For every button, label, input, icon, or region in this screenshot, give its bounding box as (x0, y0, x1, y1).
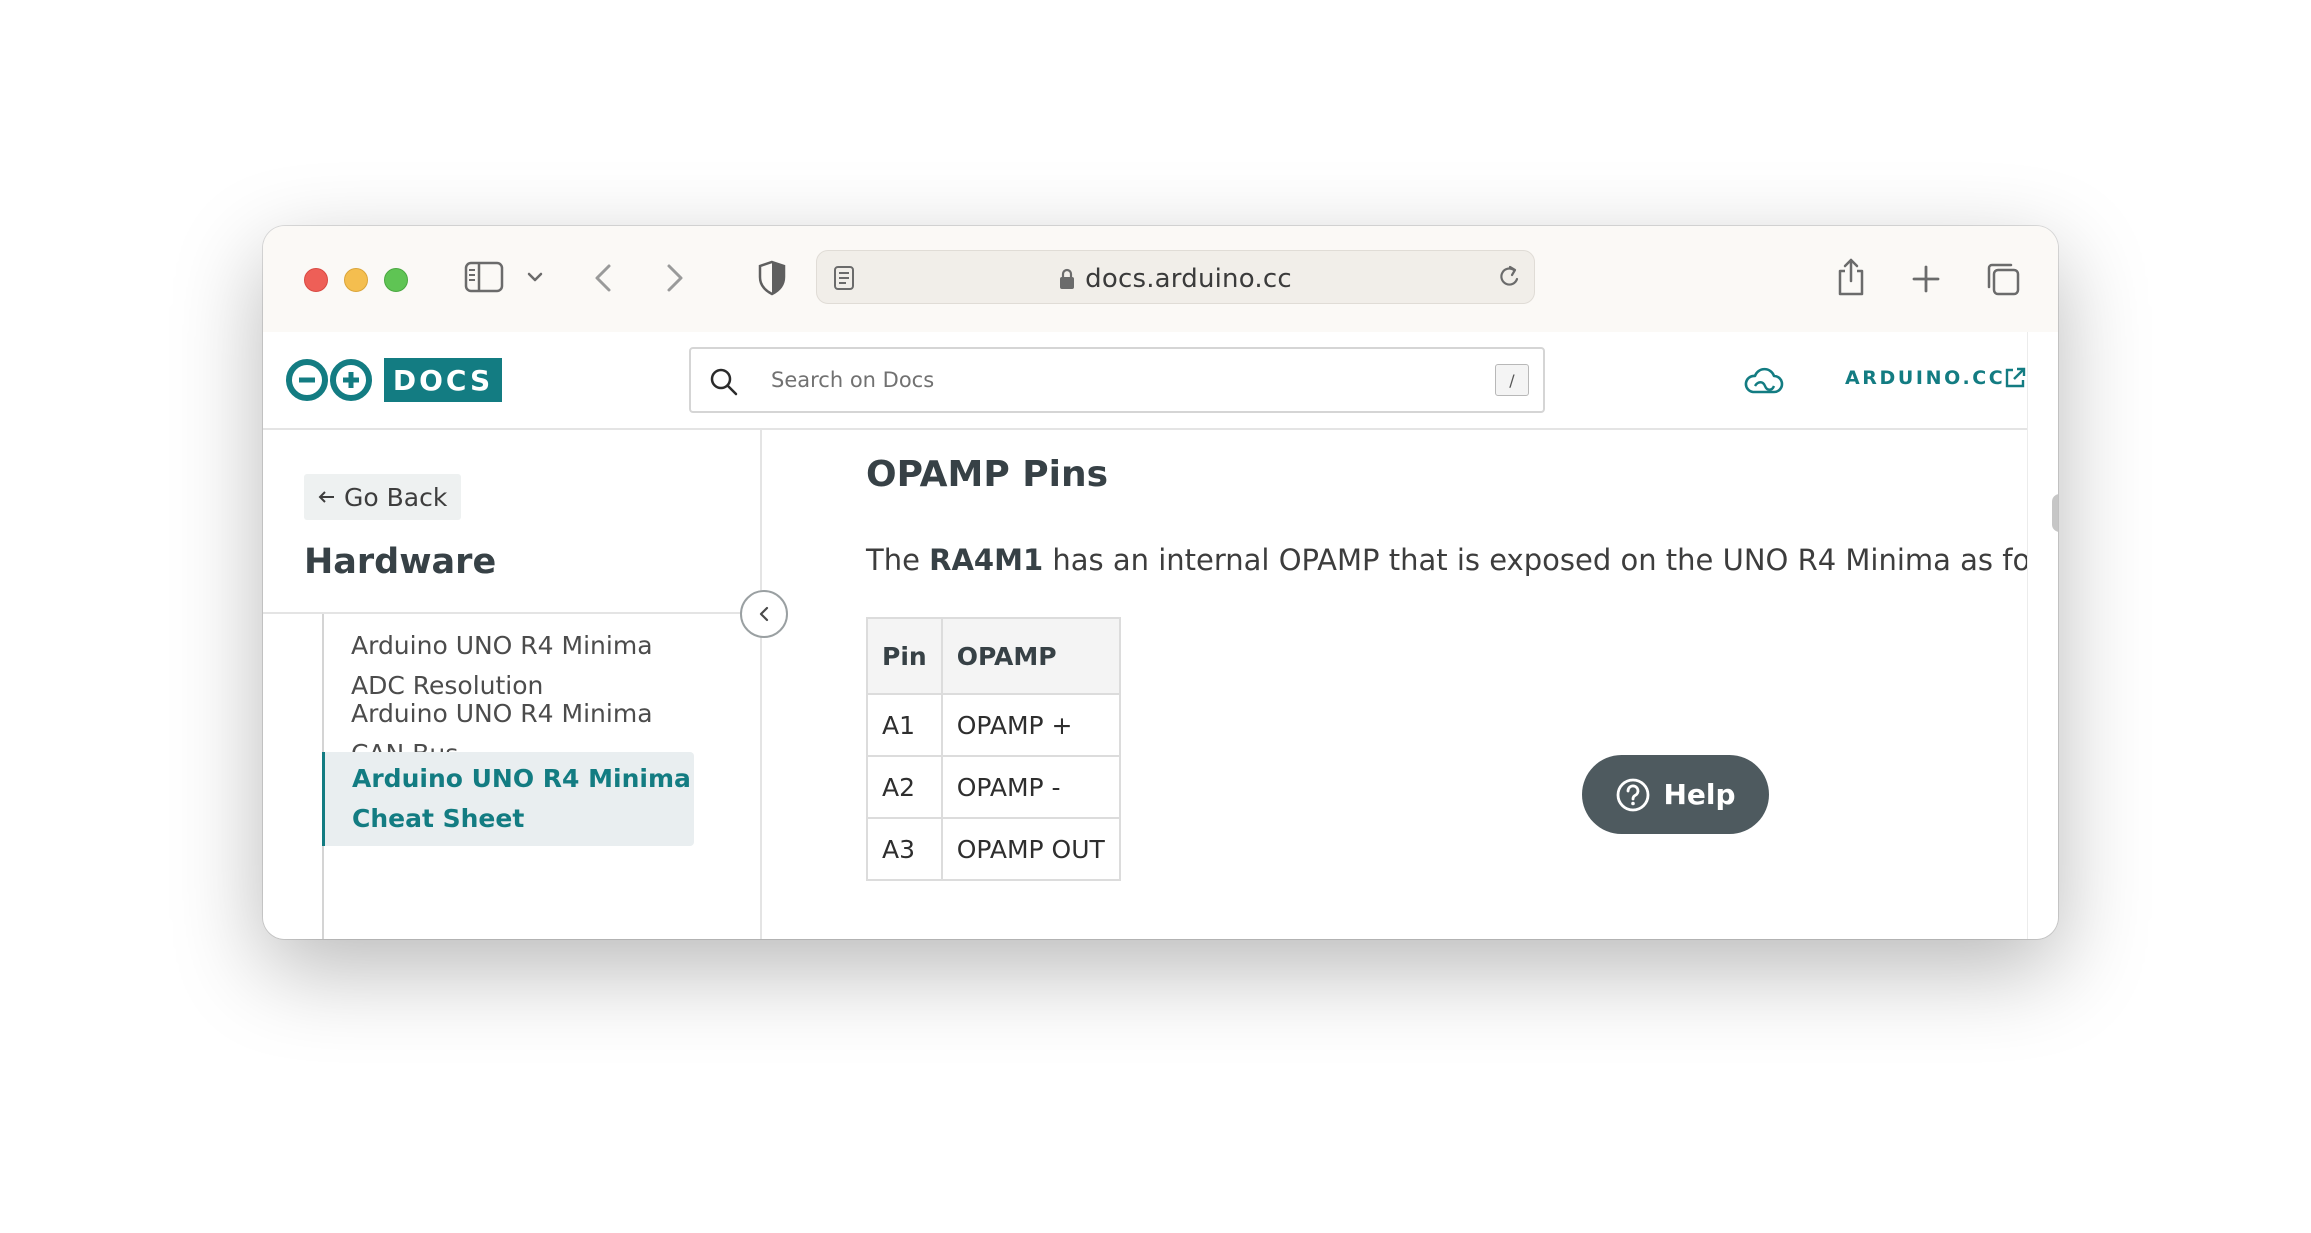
external-link-icon[interactable] (2003, 366, 2027, 390)
help-button[interactable]: Help (1582, 755, 1769, 834)
table-cell: A1 (866, 693, 943, 757)
sidebar-item-label: Arduino UNO R4 Minima (351, 699, 653, 728)
search-placeholder: Search on Docs (771, 368, 935, 392)
table-header-row: Pin OPAMP (866, 617, 1121, 695)
minimize-window-button[interactable] (344, 268, 368, 292)
share-icon[interactable] (1836, 257, 1866, 297)
column-header-opamp: OPAMP (940, 617, 1121, 695)
address-bar[interactable]: docs.arduino.cc (816, 250, 1535, 304)
close-window-button[interactable] (304, 268, 328, 292)
table-cell: OPAMP - (940, 755, 1121, 819)
sidebar-title: Hardware (304, 542, 497, 582)
arrow-left-icon (318, 491, 334, 503)
opamp-pins-table: Pin OPAMP A1 OPAMP + A2 OPAMP - A3 OPAMP… (866, 617, 1121, 881)
browser-toolbar: docs.arduino.cc (263, 226, 2058, 333)
search-shortcut-key: / (1495, 364, 1529, 396)
sidebar-item-label: Arduino UNO R4 Minima (351, 631, 653, 660)
lock-icon (1060, 268, 1075, 289)
column-header-pin: Pin (866, 617, 943, 695)
chevron-left-icon (759, 606, 769, 622)
reload-icon[interactable] (1496, 264, 1522, 292)
back-icon[interactable] (592, 262, 614, 294)
paragraph-text: has an internal OPAMP that is exposed on… (1043, 543, 2058, 577)
sidebar-item-label: Arduino UNO R4 Minima (352, 764, 691, 793)
arduino-cc-link[interactable]: ARDUINO.CC (1845, 367, 2005, 389)
table-cell: A3 (866, 817, 943, 881)
main-content: OPAMP Pins The RA4M1 has an internal OPA… (762, 430, 2058, 939)
docs-logo-badge[interactable]: DOCS (384, 358, 502, 402)
paragraph-text: The (866, 543, 930, 577)
section-heading: OPAMP Pins (866, 454, 1109, 495)
scrollbar-track[interactable] (2027, 332, 2058, 939)
cloud-icon[interactable] (1741, 366, 1785, 396)
table-row: A2 OPAMP - (866, 755, 1121, 819)
sidebar-item-label: Cheat Sheet (352, 804, 525, 833)
url-display: docs.arduino.cc (817, 264, 1534, 294)
collapse-sidebar-button[interactable] (740, 590, 788, 638)
sidebar-item-cheat-sheet[interactable]: Arduino UNO R4 Minima Cheat Sheet (322, 752, 694, 846)
paragraph-bold-text: RA4M1 (929, 543, 1044, 577)
search-input[interactable]: Search on Docs / (689, 347, 1545, 413)
go-back-label: Go Back (344, 482, 448, 512)
chevron-down-icon[interactable] (526, 271, 544, 283)
privacy-shield-icon[interactable] (757, 260, 787, 296)
new-tab-icon[interactable] (1911, 264, 1941, 294)
help-label: Help (1663, 778, 1736, 811)
arduino-logo-icon[interactable] (284, 357, 376, 403)
table-cell: OPAMP OUT (940, 817, 1121, 881)
table-row: A1 OPAMP + (866, 693, 1121, 757)
question-icon (1617, 778, 1650, 811)
sidebar-nav-list: Arduino UNO R4 Minima ADC Resolution Ard… (322, 614, 704, 939)
docs-sidebar: Go Back Hardware Arduino UNO R4 Minima A… (263, 430, 762, 939)
forward-icon[interactable] (664, 262, 686, 294)
zoom-window-button[interactable] (384, 268, 408, 292)
scrollbar-thumb[interactable] (2052, 494, 2058, 532)
site-header: DOCS Search on Docs / ARDUINO.CC (263, 332, 2027, 430)
go-back-button[interactable]: Go Back (304, 474, 462, 520)
tab-overview-icon[interactable] (1985, 261, 2021, 297)
search-icon (710, 368, 738, 396)
table-cell: OPAMP + (940, 693, 1121, 757)
browser-window: docs.arduino.cc DOCS Search on Docs / AR… (263, 226, 2058, 939)
table-row: A3 OPAMP OUT (866, 817, 1121, 881)
section-paragraph: The RA4M1 has an internal OPAMP that is … (866, 543, 2058, 577)
table-cell: A2 (866, 755, 943, 819)
url-text: docs.arduino.cc (1085, 264, 1292, 294)
sidebar-toggle-icon[interactable] (464, 261, 504, 293)
